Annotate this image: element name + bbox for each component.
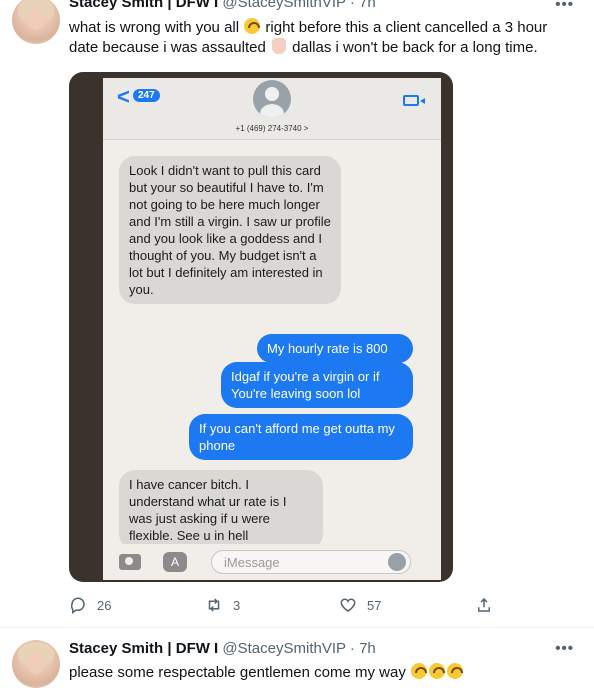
tweet-text-part: what is wrong with you all [69,19,240,36]
tweet-header: Stacey Smith | DFW I @StaceySmithVIP · 7… [69,640,376,657]
heart-icon [340,598,356,612]
message-bubble-received: Look I didn't want to pull this card but… [119,156,341,304]
timestamp[interactable]: 7h [359,0,376,11]
retweet-count: 3 [233,597,241,613]
retweet-icon [208,598,220,612]
message-input-bar: A iMessage [103,544,441,580]
author-handle[interactable]: @StaceySmithVIP [222,640,345,657]
reply-icon [70,597,85,614]
avatar-face [27,652,45,674]
share-button[interactable] [475,596,503,614]
tweet-text-part: please some respectable gentlemen come m… [69,664,406,681]
tweet[interactable]: Stacey Smith | DFW I @StaceySmithVIP · 7… [0,628,594,688]
upside-down-face-emoji-icon [244,18,261,34]
avatar-face [27,8,45,30]
app-store-icon: A [163,552,187,572]
video-call-icon [403,95,425,106]
contact-number: +1 (469) 274-3740 > [235,124,309,133]
more-options-icon[interactable]: ••• [555,0,574,13]
author-name[interactable]: Stacey Smith | DFW I [69,640,218,657]
hand-emoji-icon [271,38,286,54]
imessage-placeholder: iMessage [224,555,280,570]
upside-down-face-emoji-icon [411,663,428,679]
share-icon [478,597,490,612]
audio-waveform-icon [388,553,406,571]
tweet[interactable]: Stacey Smith | DFW I @StaceySmithVIP · 7… [0,0,594,628]
tweet-header: Stacey Smith | DFW I @StaceySmithVIP · 7… [69,0,376,11]
contact-avatar-icon [253,80,291,118]
phone-screenshot: < 247 +1 (469) 274-3740 > Look I didn't … [103,78,441,580]
message-bubble-sent: If you can't afford me get outta my phon… [189,414,413,460]
retweet-button[interactable]: 3 [205,596,240,614]
unread-badge: 247 [133,89,160,102]
upside-down-face-emoji-icon [429,663,446,679]
imessage-field: iMessage [211,550,411,574]
message-bubble-received: I have cancer bitch. I understand what u… [119,470,323,550]
more-options-icon[interactable]: ••• [555,640,574,657]
separator-dot: · [349,0,355,11]
separator-dot: · [349,640,355,657]
author-handle[interactable]: @StaceySmithVIP [222,0,345,11]
message-bubble-sent: My hourly rate is 800 [257,334,413,363]
upside-down-face-emoji-icon [447,663,464,679]
tweet-text: what is wrong with you all right before … [69,18,574,58]
author-name[interactable]: Stacey Smith | DFW I [69,0,218,11]
reply-button[interactable]: 26 [69,596,111,614]
author-avatar[interactable] [12,0,60,44]
camera-icon [119,554,141,570]
tweet-actions: 26 3 57 [69,596,499,616]
messages-header: < 247 +1 (469) 274-3740 > [103,78,441,140]
tweet-text-part: dallas i won't be back for a long time. [292,39,538,56]
timestamp[interactable]: 7h [359,640,376,657]
author-avatar[interactable] [12,640,60,688]
back-chevron-icon: < [117,84,130,109]
reply-count: 26 [97,597,112,613]
message-bubble-sent: Idgaf if you're a virgin or if You're le… [221,362,413,408]
like-button[interactable]: 57 [339,596,381,614]
tweet-text: please some respectable gentlemen come m… [69,663,574,683]
like-count: 57 [367,597,382,613]
tweet-media-image[interactable]: < 247 +1 (469) 274-3740 > Look I didn't … [69,72,453,582]
